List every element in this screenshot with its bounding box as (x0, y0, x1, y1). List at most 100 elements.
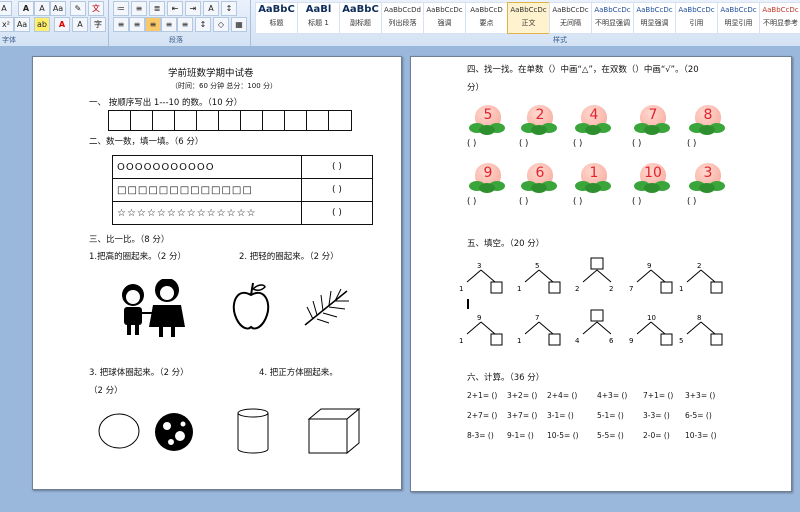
kids-picture (122, 279, 185, 337)
font-name-box[interactable]: A (0, 1, 12, 16)
calc-item[interactable]: 5-1= () (597, 411, 624, 420)
change-case-button[interactable]: Aa (50, 1, 66, 16)
answer-parentheses[interactable]: ( ) (467, 197, 476, 207)
answer-parentheses[interactable]: ( ) (687, 139, 696, 149)
style-gallery-item[interactable]: AaBbCcDc 强调 (423, 2, 466, 34)
calc-item[interactable]: 2+1= () (467, 391, 497, 400)
numbering-icon[interactable]: ≡ (131, 1, 147, 16)
symbol-cell: ☆☆☆☆☆☆☆☆☆☆☆☆☆☆ (112, 201, 302, 225)
grow-font-button[interactable]: A (18, 1, 34, 16)
align-right-icon[interactable]: ≡ (145, 17, 161, 32)
style-name: 不明显参考 (763, 19, 798, 27)
sort-icon[interactable]: ↕ (221, 1, 237, 16)
calc-item[interactable]: 9-1= () (507, 431, 534, 440)
answer-cell[interactable]: ( ) (301, 155, 373, 179)
style-preview: AaBbC (342, 4, 379, 15)
branch-line (538, 269, 554, 283)
calc-item[interactable]: 3+3= () (685, 391, 715, 400)
shading-icon[interactable]: ◇ (213, 17, 229, 32)
answer-parentheses[interactable]: ( ) (573, 197, 582, 207)
style-gallery-item[interactable]: AaBbC 副标题 (339, 2, 382, 34)
highlight-icon[interactable]: ab (34, 17, 50, 32)
style-gallery-item[interactable]: AaBbCcD 要点 (465, 2, 508, 34)
phonetic-guide-button[interactable]: 文 (88, 1, 104, 16)
answer-cell[interactable]: ( ) (301, 178, 373, 202)
shrink-font-button[interactable]: A (34, 1, 50, 16)
chinese-layout-icon[interactable]: A (203, 1, 219, 16)
borders-icon[interactable]: ▦ (231, 17, 247, 32)
font-color-icon[interactable]: A (54, 17, 70, 32)
answer-box (660, 281, 673, 294)
style-name: 要点 (479, 19, 494, 27)
enclose-char-button[interactable]: 字 (90, 17, 106, 32)
feather-picture (304, 288, 349, 326)
page-1[interactable]: 学前班数学期中试卷 （时间：60 分钟 总分：100 分） 一、 按顺序写出 1… (32, 56, 402, 490)
style-gallery-item[interactable]: AaBbCcDc 引用 (675, 2, 718, 34)
branch-line (650, 269, 666, 283)
document-workarea: 学前班数学期中试卷 （时间：60 分钟 总分：100 分） 一、 按顺序写出 1… (0, 46, 800, 512)
case-button[interactable]: Aa (14, 17, 30, 32)
page-2[interactable]: 四、找一找。在单数（）中画“△”，在双数（）中画“√”。（20 分） 5 ( ) 2… (410, 56, 792, 492)
calc-item[interactable]: 3+2= () (507, 391, 537, 400)
decrease-indent-icon[interactable]: ⇤ (167, 1, 183, 16)
style-name: 标题 (269, 19, 284, 27)
answer-box (548, 333, 561, 346)
justify-icon[interactable]: ≡ (161, 17, 177, 32)
style-gallery-item[interactable]: AaBbCcDc 明显强调 (633, 2, 676, 34)
branch-line (480, 321, 496, 335)
style-gallery-item[interactable]: AaBbCcDd 列出段落 (381, 2, 424, 34)
clear-format-icon[interactable]: ✎ (70, 1, 86, 16)
calc-item[interactable]: 10-3= () (685, 431, 717, 440)
calc-item[interactable]: 5-5= () (597, 431, 624, 440)
style-gallery-item[interactable]: AaBl 标题 1 (297, 2, 340, 34)
answer-cell[interactable]: ( ) (301, 201, 373, 225)
calc-item[interactable]: 3-3= () (643, 411, 670, 420)
answer-parentheses[interactable]: ( ) (519, 139, 528, 149)
style-name: 列出段落 (388, 19, 417, 27)
align-center-icon[interactable]: ≡ (129, 17, 145, 32)
style-gallery-item[interactable]: AaBbCcDc 无间隔 (549, 2, 592, 34)
bullets-icon[interactable]: ≔ (113, 1, 129, 16)
calc-item[interactable]: 3+7= () (507, 411, 537, 420)
char-shading-button[interactable]: A (72, 17, 88, 32)
calc-item[interactable]: 8-3= () (467, 431, 494, 440)
style-name: 不明显强调 (595, 19, 630, 27)
style-preview: AaBbCcDc (426, 6, 463, 14)
calc-item[interactable]: 2+4= () (547, 391, 577, 400)
style-name: 明显强调 (640, 19, 669, 27)
answer-parentheses[interactable]: ( ) (519, 197, 528, 207)
calc-item[interactable]: 2-0= () (643, 431, 670, 440)
increase-indent-icon[interactable]: ⇥ (185, 1, 201, 16)
line-spacing-icon[interactable]: ↕ (195, 17, 211, 32)
number-grid[interactable] (108, 110, 352, 131)
align-left-icon[interactable]: ≡ (113, 17, 129, 32)
answer-parentheses[interactable]: ( ) (687, 197, 696, 207)
answer-parentheses[interactable]: ( ) (467, 139, 476, 149)
split-diagram: 71 (517, 314, 561, 346)
style-preview: AaBl (305, 4, 332, 15)
calc-item[interactable]: 6-5= () (685, 411, 712, 420)
answer-parentheses[interactable]: ( ) (632, 139, 641, 149)
calc-item[interactable]: 7+1= () (643, 391, 673, 400)
top-number: 2 (697, 262, 701, 270)
calc-item[interactable]: 2+7= () (467, 411, 497, 420)
style-gallery-item[interactable]: AaBbCcDc 正文 (507, 2, 550, 34)
style-gallery-item[interactable]: AaBbCcDc 不明显参考 (759, 2, 800, 34)
style-preview: AaBbCcDc (552, 6, 589, 14)
branch-line (686, 321, 702, 335)
style-gallery-item[interactable]: AaBbCcDc 不明显强调 (591, 2, 634, 34)
top-number: 10 (647, 314, 656, 322)
answer-parentheses[interactable]: ( ) (573, 139, 582, 149)
paragraph-group-label: 段落 (169, 36, 183, 44)
calc-item[interactable]: 10-5= () (547, 431, 579, 440)
peach-picture: 9 (469, 163, 507, 197)
calc-item[interactable]: 4+3= () (597, 391, 627, 400)
style-gallery-item[interactable]: AaBbC 标题 (255, 2, 298, 34)
distribute-icon[interactable]: ≡ (177, 17, 193, 32)
multilevel-icon[interactable]: ≣ (149, 1, 165, 16)
answer-parentheses[interactable]: ( ) (632, 197, 641, 207)
superscript-button[interactable]: x² (0, 17, 14, 32)
calc-item[interactable]: 3-1= () (547, 411, 574, 420)
table-row: OOOOOOOOOOO ( ) (112, 155, 373, 179)
style-gallery-item[interactable]: AaBbCcDc 明显引用 (717, 2, 760, 34)
